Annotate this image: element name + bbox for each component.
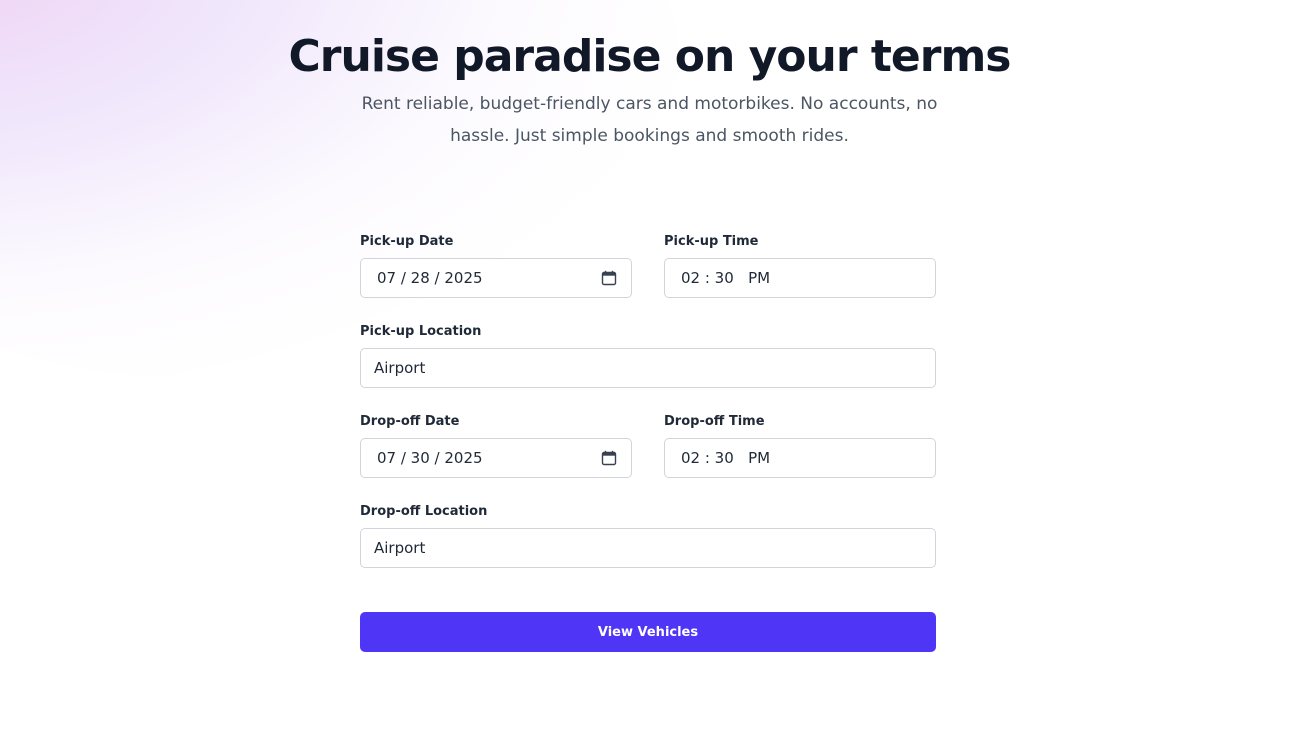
pickup-location-input[interactable]: Airport (360, 348, 936, 388)
pickup-time-field: Pick-up Time 02 : 30 PM (664, 234, 936, 298)
pickup-date-field: Pick-up Date 07 / 28 / 2025 (360, 234, 632, 298)
dropoff-location-row: Drop-off Location Airport (360, 504, 936, 568)
pickup-time-input[interactable]: 02 : 30 PM (664, 258, 936, 298)
page-title: Cruise paradise on your terms (288, 31, 1012, 82)
dropoff-location-input[interactable]: Airport (360, 528, 936, 568)
pickup-date-input[interactable]: 07 / 28 / 2025 (360, 258, 632, 298)
booking-form: Pick-up Date 07 / 28 / 2025 Pick-up Time (360, 234, 936, 652)
dropoff-date-input[interactable]: 07 / 30 / 2025 (360, 438, 632, 478)
dropoff-time-value: 02 : 30 PM (681, 449, 771, 467)
pickup-location-field: Pick-up Location Airport (360, 324, 936, 388)
dropoff-location-label: Drop-off Location (360, 504, 488, 519)
dropoff-time-field: Drop-off Time 02 : 30 PM (664, 414, 936, 478)
dropoff-date-label: Drop-off Date (360, 414, 460, 429)
pickup-time-label: Pick-up Time (664, 234, 759, 249)
dropoff-time-label: Drop-off Time (664, 414, 765, 429)
view-vehicles-button[interactable]: View Vehicles (360, 612, 936, 652)
pickup-date-value: 07 / 28 / 2025 (377, 269, 483, 287)
dropoff-location-field: Drop-off Location Airport (360, 504, 936, 568)
pickup-location-value: Airport (374, 359, 426, 377)
dropoff-datetime-row: Drop-off Date 07 / 30 / 2025 Drop-off Ti… (360, 414, 936, 478)
page: Cruise paradise on your terms Rent relia… (0, 0, 1299, 731)
calendar-icon[interactable] (600, 269, 618, 287)
pickup-date-label: Pick-up Date (360, 234, 454, 249)
pickup-location-label: Pick-up Location (360, 324, 482, 339)
pickup-location-row: Pick-up Location Airport (360, 324, 936, 388)
dropoff-location-value: Airport (374, 539, 426, 557)
dropoff-time-input[interactable]: 02 : 30 PM (664, 438, 936, 478)
dropoff-date-value: 07 / 30 / 2025 (377, 449, 483, 467)
pickup-datetime-row: Pick-up Date 07 / 28 / 2025 Pick-up Time (360, 234, 936, 298)
calendar-icon[interactable] (600, 449, 618, 467)
hero: Cruise paradise on your terms Rent relia… (0, 0, 1299, 152)
pickup-time-value: 02 : 30 PM (681, 269, 771, 287)
page-subtitle: Rent reliable, budget-friendly cars and … (361, 94, 938, 146)
dropoff-date-field: Drop-off Date 07 / 30 / 2025 (360, 414, 632, 478)
